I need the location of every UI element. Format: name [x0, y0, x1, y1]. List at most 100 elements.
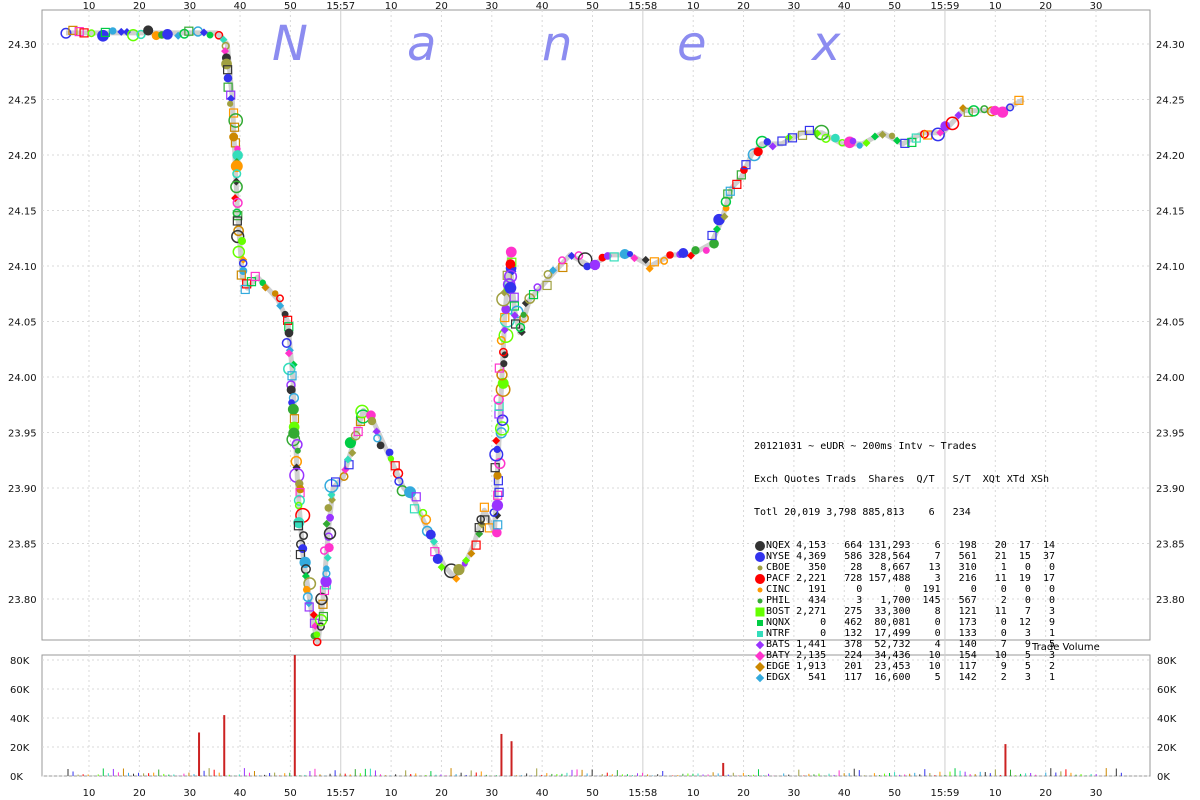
y-tick-label-left: 24.10: [8, 262, 37, 273]
x-tick-label-top: 40: [536, 1, 549, 12]
exchange-symbol-icon: [754, 661, 766, 672]
trade-marker: [888, 132, 896, 140]
trade-marker: [856, 142, 863, 149]
trade-marker: [162, 29, 173, 40]
stats-row-text: CBOE 350 28 8,667 13 310 1 0 0: [766, 562, 1055, 573]
x-tick-label-top: 15:59: [931, 1, 960, 12]
x-tick-label-top: 30: [1090, 1, 1103, 12]
exchange-stats-table: 20121031 ~ eUDR ~ 200ms Intv ~ Trades Ex…: [754, 419, 1055, 694]
stats-row-text: PACF 2,221 728 157,488 3 216 11 19 17: [766, 573, 1055, 584]
stats-row: EDGX 541 117 16,600 5 142 2 3 1: [754, 672, 1055, 683]
trade-marker: [666, 251, 674, 259]
x-tick-label-bottom: 50: [586, 788, 599, 799]
trade-marker: [294, 447, 301, 454]
x-tick-label-top: 10: [83, 1, 96, 12]
exchange-symbol-icon: [754, 650, 766, 661]
watermark-letter: x: [810, 16, 841, 72]
stats-row: PACF 2,221 728 157,488 3 216 11 19 17: [754, 573, 1055, 584]
x-tick-label-bottom: 30: [1090, 788, 1103, 799]
trade-marker: [237, 236, 247, 246]
x-tick-label-bottom: 15:57: [326, 788, 355, 799]
trade-marker: [287, 403, 299, 415]
x-tick-label-bottom: 20: [737, 788, 750, 799]
stats-row-text: NTRF 0 132 17,499 0 133 0 3 1: [766, 628, 1055, 639]
exchange-symbol-icon: [754, 595, 766, 606]
stats-title: 20121031 ~ eUDR ~ 200ms Intv ~ Trades: [754, 441, 977, 452]
x-tick-label-bottom: 30: [788, 788, 801, 799]
x-tick-label-bottom: 30: [485, 788, 498, 799]
watermark-letter: n: [542, 16, 572, 72]
watermark-letter: a: [407, 16, 436, 72]
trade-marker: [344, 437, 357, 449]
y-tick-label-left: 24.00: [8, 373, 37, 384]
watermark-letter: e: [677, 16, 707, 72]
trade-marker: [702, 246, 710, 254]
trade-marker: [504, 281, 517, 294]
volume-tick-left: 60K: [10, 685, 30, 696]
stats-row-text: PHIL 434 3 1,700 145 567 2 0 0: [766, 595, 1055, 606]
watermark-letter: N: [272, 16, 308, 72]
trade-marker: [143, 25, 154, 36]
stats-row-text: EDGE 1,913 201 23,453 10 117 9 5 2: [766, 661, 1055, 672]
volume-tick-right: 80K: [1157, 656, 1177, 667]
x-tick-label-top: 20: [1039, 1, 1052, 12]
trade-marker: [385, 448, 394, 457]
volume-tick-right: 0K: [1157, 772, 1170, 783]
stats-total: Totl 20,019 3,798 885,813 6 234: [754, 507, 971, 518]
x-tick-label-bottom: 50: [284, 788, 297, 799]
trade-marker: [691, 246, 700, 255]
exchange-symbol-icon: [754, 573, 766, 584]
trade-marker: [493, 471, 502, 480]
trade-marker: [432, 553, 443, 565]
x-tick-label-top: 10: [687, 1, 700, 12]
trade-marker: [500, 360, 508, 368]
x-tick-label-top: 40: [838, 1, 851, 12]
x-tick-label-top: 50: [586, 1, 599, 12]
x-tick-label-top: 30: [485, 1, 498, 12]
trade-marker: [849, 137, 857, 145]
y-tick-label-right: 24.20: [1156, 151, 1185, 162]
y-tick-label-left: 24.20: [8, 151, 37, 162]
trade-marker: [323, 565, 330, 572]
trade-marker: [520, 311, 527, 318]
y-tick-label-left: 24.30: [8, 40, 37, 51]
volume-tick-right: 20K: [1157, 743, 1177, 754]
stats-header: Exch Quotes Trads Shares Q/T S/T XQt XTd…: [754, 474, 1050, 485]
y-tick-label-right: 24.25: [1156, 96, 1185, 107]
trade-marker: [493, 445, 501, 454]
trade-marker: [709, 238, 719, 249]
stats-row-text: NQEX 4,153 664 131,293 6 198 20 17 14: [766, 540, 1055, 551]
trade-marker: [387, 455, 395, 462]
trade-marker: [221, 58, 232, 70]
stats-row: NTRF 0 132 17,499 0 133 0 3 1: [754, 628, 1055, 639]
x-tick-label-bottom: 30: [183, 788, 196, 799]
x-tick-label-top: 20: [133, 1, 146, 12]
stats-row: CINC 191 0 0 191 0 0 0 0: [754, 584, 1055, 595]
trade-marker: [97, 29, 109, 42]
trade-marker: [229, 132, 239, 142]
y-tick-label-right: 23.95: [1156, 429, 1185, 440]
exchange-symbol-icon: [754, 540, 766, 551]
trade-marker: [589, 259, 601, 271]
y-tick-label-right: 24.30: [1156, 40, 1185, 51]
stats-row-text: CINC 191 0 0 191 0 0 0 0: [766, 584, 1055, 595]
exchange-symbol-icon: [754, 562, 766, 573]
y-tick-label-right: 24.15: [1156, 207, 1185, 218]
y-tick-label-right: 24.10: [1156, 262, 1185, 273]
exchange-symbol-icon: [754, 551, 766, 562]
trade-marker: [324, 542, 334, 553]
stats-row: EDGE 1,913 201 23,453 10 117 9 5 2: [754, 661, 1055, 672]
y-tick-label-right: 23.80: [1156, 595, 1185, 606]
volume-tick-left: 40K: [10, 714, 30, 725]
trade-marker: [740, 166, 748, 174]
trade-marker: [324, 504, 333, 512]
stats-row-text: BATS 1,441 378 52,732 4 140 7 9 5: [766, 639, 1055, 650]
stats-row: PHIL 434 3 1,700 145 567 2 0 0: [754, 595, 1055, 606]
stats-row-text: NYSE 4,369 586 328,564 7 561 21 15 37: [766, 551, 1055, 562]
x-tick-label-bottom: 20: [435, 788, 448, 799]
x-tick-label-top: 20: [435, 1, 448, 12]
y-tick-label-right: 24.05: [1156, 318, 1185, 329]
x-tick-label-top: 30: [788, 1, 801, 12]
trade-marker: [284, 328, 294, 338]
x-tick-label-top: 20: [737, 1, 750, 12]
